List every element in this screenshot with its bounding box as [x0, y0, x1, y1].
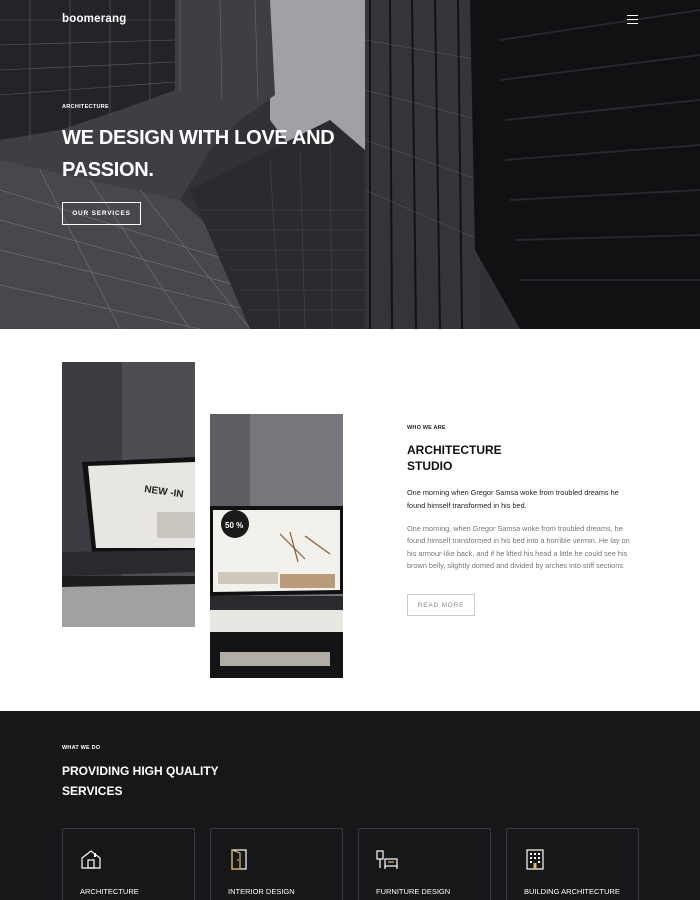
- image2-badge: 50 %: [225, 521, 243, 530]
- laptop-image-right: 50 %: [210, 414, 343, 678]
- hero-eyebrow: ARCHITECTURE: [62, 104, 109, 110]
- brand-logo[interactable]: boomerang: [62, 13, 126, 25]
- about-eyebrow: WHO WE ARE: [407, 425, 446, 431]
- our-services-button[interactable]: OUR SERVICES: [62, 202, 141, 225]
- hero-title: WE DESIGN WITH LOVE AND PASSION.: [62, 127, 335, 181]
- service-card-furniture-design[interactable]: FURNITURE DESIGN: [358, 828, 491, 900]
- hamburger-icon[interactable]: [627, 15, 638, 24]
- house-icon: [81, 850, 101, 869]
- services-title-line1: PROVIDING HIGH QUALITY: [62, 764, 219, 778]
- service-card-interior-design[interactable]: INTERIOR DESIGN: [210, 828, 343, 900]
- furniture-icon: [376, 850, 398, 869]
- service-card-architecture[interactable]: ARCHITECTURE: [62, 828, 195, 900]
- about-body-text: One morning, when Gregor Samsa woke from…: [407, 524, 630, 571]
- services-section: WHAT WE DO PROVIDING HIGH QUALITY SERVIC…: [0, 711, 700, 900]
- laptop-image-left: NEW -IN: [62, 362, 195, 627]
- service-card-label: ARCHITECTURE: [80, 887, 139, 896]
- services-eyebrow: WHAT WE DO: [62, 745, 101, 751]
- service-card-label: INTERIOR DESIGN: [228, 887, 295, 896]
- read-more-button[interactable]: READ MORE: [407, 594, 475, 616]
- about-lead-text: One morning when Gregor Samsa woke from …: [407, 488, 619, 510]
- about-title: ARCHITECTURE STUDIO: [407, 442, 607, 474]
- building-icon: [526, 849, 544, 870]
- services-title: PROVIDING HIGH QUALITY SERVICES: [62, 761, 262, 801]
- about-title-line2: STUDIO: [407, 459, 453, 473]
- about-title-line1: ARCHITECTURE: [407, 443, 502, 457]
- service-card-building-architecture[interactable]: BUILDING ARCHITECTURE: [506, 828, 639, 900]
- hero-section: boomerang ARCHITECTURE WE DESIGN WITH LO…: [0, 0, 700, 329]
- service-card-label: BUILDING ARCHITECTURE: [524, 887, 620, 896]
- service-card-label: FURNITURE DESIGN: [376, 887, 451, 896]
- door-icon: [231, 849, 247, 870]
- services-title-line2: SERVICES: [62, 784, 123, 798]
